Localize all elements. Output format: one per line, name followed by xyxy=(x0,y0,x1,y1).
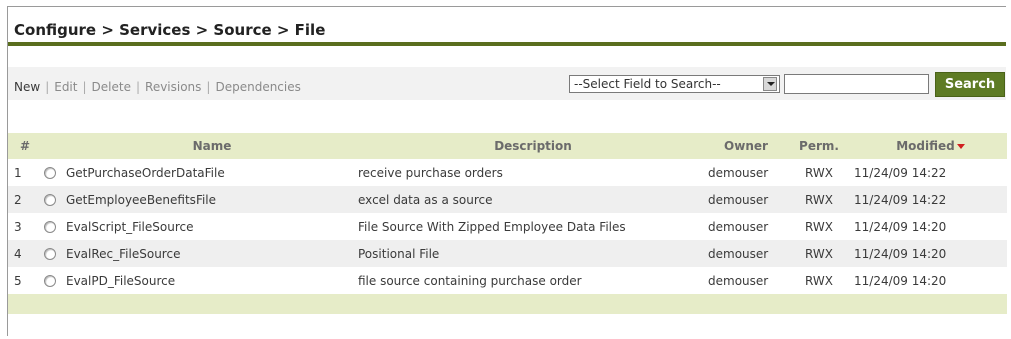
column-header-modified[interactable]: Modified xyxy=(854,133,1007,159)
row-name[interactable]: EvalRec_FileSource xyxy=(66,240,358,267)
row-owner: demouser xyxy=(708,267,784,294)
page-title: Configure > Services > Source > File xyxy=(14,21,326,39)
dependencies-link[interactable]: Dependencies xyxy=(215,80,300,94)
table-row[interactable]: 1 GetPurchaseOrderDataFile receive purch… xyxy=(8,159,1007,186)
chevron-down-icon[interactable] xyxy=(763,77,777,91)
row-select-radio[interactable] xyxy=(44,167,56,179)
row-owner: demouser xyxy=(708,240,784,267)
services-table: # Name Description Owner Perm. Modified … xyxy=(8,133,1007,314)
table-row[interactable]: 2 GetEmployeeBenefitsFile excel data as … xyxy=(8,186,1007,213)
row-description: Positional File xyxy=(358,240,708,267)
row-perm: RWX xyxy=(784,186,854,213)
delete-link[interactable]: Delete xyxy=(92,80,131,94)
row-owner: demouser xyxy=(708,159,784,186)
row-name[interactable]: EvalPD_FileSource xyxy=(66,267,358,294)
column-header-owner[interactable]: Owner xyxy=(708,133,784,159)
row-select-radio[interactable] xyxy=(44,275,56,287)
row-perm: RWX xyxy=(784,213,854,240)
row-perm: RWX xyxy=(784,240,854,267)
row-modified: 11/24/09 14:22 xyxy=(854,186,1007,213)
table-row[interactable]: 5 EvalPD_FileSource file source containi… xyxy=(8,267,1007,294)
row-number: 3 xyxy=(8,213,36,240)
table-row[interactable]: 4 EvalRec_FileSource Positional File dem… xyxy=(8,240,1007,267)
row-description: file source containing purchase order xyxy=(358,267,708,294)
row-description: excel data as a source xyxy=(358,186,708,213)
new-link[interactable]: New xyxy=(14,80,40,94)
sort-desc-icon xyxy=(956,144,965,149)
column-header-perm[interactable]: Perm. xyxy=(784,133,854,159)
table-footer xyxy=(8,294,1007,314)
column-header-select xyxy=(36,133,66,159)
action-bar: New | Edit | Delete | Revisions | Dependencies -… xyxy=(8,67,1006,100)
row-owner: demouser xyxy=(708,186,784,213)
row-description: receive purchase orders xyxy=(358,159,708,186)
table-header-row: # Name Description Owner Perm. Modified xyxy=(8,133,1007,159)
search-button[interactable]: Search xyxy=(935,72,1005,97)
row-modified: 11/24/09 14:22 xyxy=(854,159,1007,186)
row-number: 5 xyxy=(8,267,36,294)
row-owner: demouser xyxy=(708,213,784,240)
column-header-modified-label: Modified xyxy=(896,139,955,153)
row-select-radio[interactable] xyxy=(44,221,56,233)
row-name[interactable]: EvalScript_FileSource xyxy=(66,213,358,240)
row-modified: 11/24/09 14:20 xyxy=(854,240,1007,267)
row-select-radio[interactable] xyxy=(44,194,56,206)
search-field-select-value: --Select Field to Search-- xyxy=(574,77,721,91)
revisions-link[interactable]: Revisions xyxy=(145,80,201,94)
row-perm: RWX xyxy=(784,267,854,294)
search-field-select[interactable]: --Select Field to Search-- xyxy=(569,75,780,93)
edit-link[interactable]: Edit xyxy=(54,80,77,94)
action-links: New | Edit | Delete | Revisions | Dependencies xyxy=(14,80,301,94)
row-modified: 11/24/09 14:20 xyxy=(854,213,1007,240)
row-number: 1 xyxy=(8,159,36,186)
table-row[interactable]: 3 EvalScript_FileSource File Source With… xyxy=(8,213,1007,240)
column-header-description[interactable]: Description xyxy=(358,133,708,159)
row-perm: RWX xyxy=(784,159,854,186)
column-header-num: # xyxy=(8,133,36,159)
row-name[interactable]: GetEmployeeBenefitsFile xyxy=(66,186,358,213)
column-header-name[interactable]: Name xyxy=(66,133,358,159)
search-input[interactable] xyxy=(784,74,929,94)
content-frame: Configure > Services > Source > File New… xyxy=(7,6,1007,336)
row-number: 2 xyxy=(8,186,36,213)
row-name[interactable]: GetPurchaseOrderDataFile xyxy=(66,159,358,186)
row-select-radio[interactable] xyxy=(44,248,56,260)
title-divider xyxy=(8,42,1006,46)
row-number: 4 xyxy=(8,240,36,267)
row-modified: 11/24/09 14:20 xyxy=(854,267,1007,294)
row-description: File Source With Zipped Employee Data Fi… xyxy=(358,213,708,240)
